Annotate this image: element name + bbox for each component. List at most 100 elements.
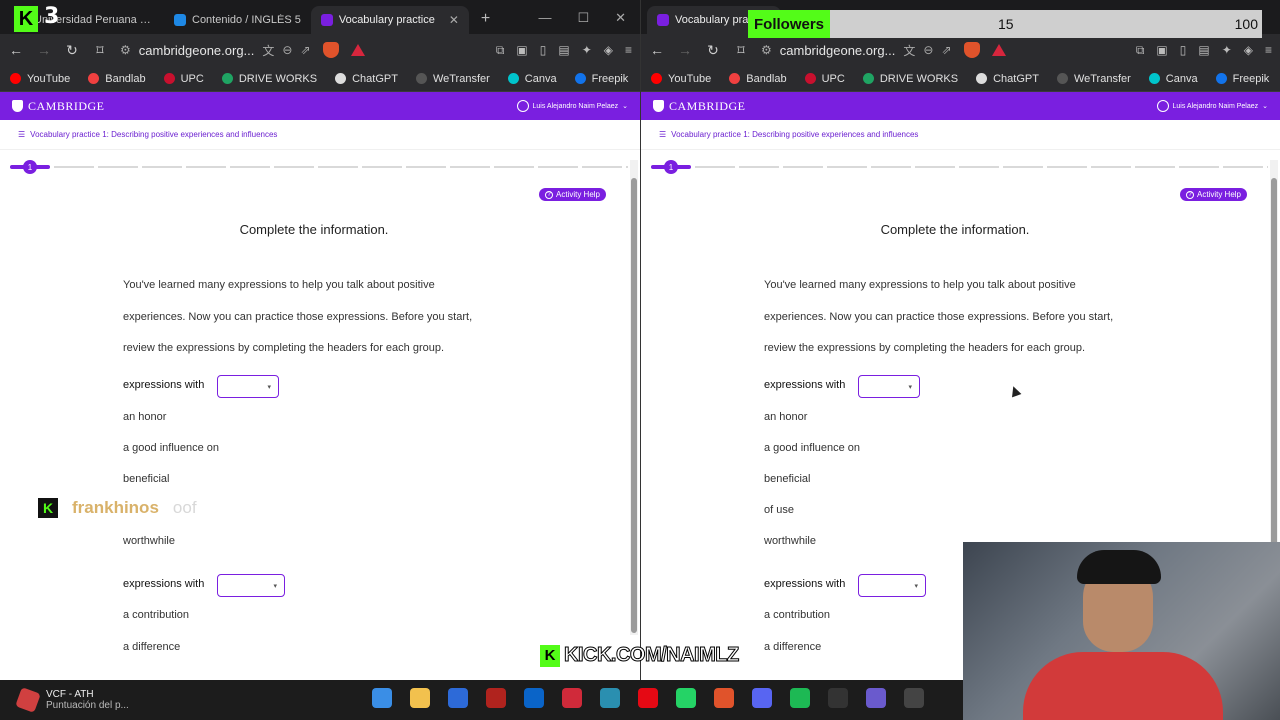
forward-icon[interactable]: → (677, 42, 693, 58)
bookmark-upc[interactable]: UPC (804, 73, 845, 85)
calculator-icon[interactable] (448, 688, 468, 708)
extensions-icon[interactable]: ⧉ (496, 43, 505, 58)
bookmark-bandlab[interactable]: Bandlab (88, 73, 146, 85)
back-icon[interactable]: ← (649, 42, 665, 58)
user-menu[interactable]: Luis Alejandro Naim Pelaez ⌄ (1156, 100, 1268, 112)
file-explorer-icon[interactable] (410, 688, 430, 708)
forward-icon[interactable]: → (36, 42, 52, 58)
group1-dropdown[interactable]: ▾ (858, 375, 920, 398)
brave-rewards-icon[interactable] (991, 44, 1006, 56)
new-tab-button[interactable]: + (469, 10, 502, 34)
activity-title: Complete the information. (239, 222, 389, 237)
menu-icon[interactable]: ≡ (625, 43, 632, 58)
vpn-icon[interactable]: ◈ (1244, 43, 1253, 58)
bookmark-youtube[interactable]: YouTube (651, 73, 711, 85)
windows-start-icon[interactable] (372, 688, 392, 708)
bookmark-wetransfer[interactable]: WeTransfer (1056, 73, 1131, 85)
brave-shield-icon[interactable] (322, 42, 339, 58)
extensions-icon[interactable]: ⧉ (1136, 43, 1145, 58)
url-field[interactable]: ⚙ cambridgeone.org... 文 ⊖ ⇗ (761, 42, 952, 59)
discord-icon[interactable] (752, 688, 772, 708)
group2-dropdown[interactable]: ▾ (217, 574, 285, 597)
bookmark-freepik[interactable]: Freepik (1215, 73, 1269, 85)
brave-shield-icon[interactable] (963, 42, 980, 58)
bookmark-icon[interactable]: ⌑ (92, 42, 108, 59)
sidebar-icon[interactable]: ▯ (1180, 43, 1187, 58)
translate-icon[interactable]: 文 (262, 42, 274, 59)
bookmark-chatgpt[interactable]: ChatGPT (976, 73, 1039, 85)
brave-icon[interactable] (714, 688, 734, 708)
leo-icon[interactable]: ✦ (1222, 43, 1232, 58)
url-field[interactable]: ⚙ cambridgeone.org... 文 ⊖ ⇗ (120, 42, 311, 59)
site-info-icon[interactable]: ⚙ (120, 43, 131, 57)
site-info-icon[interactable]: ⚙ (761, 43, 772, 57)
screenshot-icon[interactable]: ▣ (516, 43, 527, 58)
cambridge-logo[interactable]: CAMBRIDGE (12, 99, 105, 114)
bookmark-icon[interactable]: ⌑ (733, 42, 749, 59)
cambridge-logo[interactable]: CAMBRIDGE (653, 99, 746, 114)
zoom-icon[interactable]: ⊖ (923, 43, 933, 57)
step-indicator[interactable]: 1 (23, 160, 37, 174)
instruction-line: You've learned many expressions to help … (764, 279, 1076, 291)
reload-icon[interactable]: ↻ (64, 42, 80, 59)
list-icon[interactable]: ☰ (18, 130, 25, 139)
menu-icon[interactable]: ≡ (1265, 43, 1272, 58)
audio-icon[interactable] (828, 688, 848, 708)
scrollbar[interactable] (630, 160, 638, 635)
chevron-down-icon: ▾ (908, 384, 912, 391)
wallet-icon[interactable]: ▤ (558, 43, 569, 58)
app-icon[interactable] (600, 688, 620, 708)
breadcrumb-text[interactable]: Vocabulary practice 1: Describing positi… (671, 130, 918, 139)
group1-dropdown[interactable]: ▾ (217, 375, 279, 398)
bookmark-drive[interactable]: DRIVE WORKS (862, 73, 958, 85)
wallet-icon[interactable]: ▤ (1198, 43, 1209, 58)
bookmark-canva[interactable]: Canva (507, 73, 557, 85)
step-indicator[interactable]: 1 (664, 160, 678, 174)
list-icon[interactable]: ☰ (659, 130, 666, 139)
bookmark-bandlab[interactable]: Bandlab (729, 73, 787, 85)
close-tab-icon[interactable]: ✕ (449, 13, 459, 27)
app-icon[interactable] (562, 688, 582, 708)
bookmark-youtube[interactable]: YouTube (10, 73, 70, 85)
bookmark-freepik[interactable]: Freepik (574, 73, 628, 85)
brave-rewards-icon[interactable] (350, 44, 365, 56)
tab-contenido[interactable]: Contenido / INGLÉS 5 (164, 6, 311, 34)
leo-icon[interactable]: ✦ (582, 43, 592, 58)
whatsapp-icon[interactable] (676, 688, 696, 708)
list-item: a good influence on (764, 442, 861, 454)
activity-title: Complete the information. (880, 222, 1030, 237)
reload-icon[interactable]: ↻ (705, 42, 721, 59)
activity-help-button[interactable]: ? Activity Help (538, 188, 606, 201)
activity-help-button[interactable]: ? Activity Help (1179, 188, 1247, 201)
kick-logo: K (14, 6, 38, 32)
share-icon[interactable]: ⇗ (941, 43, 951, 57)
group2-dropdown[interactable]: ▾ (858, 574, 926, 597)
bookmark-chatgpt[interactable]: ChatGPT (335, 73, 398, 85)
back-icon[interactable]: ← (8, 42, 24, 58)
app-icon[interactable] (486, 688, 506, 708)
bookmark-canva[interactable]: Canva (1148, 73, 1198, 85)
maximize-icon[interactable]: ☐ (577, 10, 589, 26)
minimize-icon[interactable]: — (538, 10, 551, 26)
netflix-icon[interactable] (638, 688, 658, 708)
bookmark-upc[interactable]: UPC (163, 73, 204, 85)
translate-icon[interactable]: 文 (903, 42, 915, 59)
list-item: of use (764, 504, 794, 516)
obs-icon[interactable] (904, 688, 924, 708)
user-menu[interactable]: Luis Alejandro Naim Pelaez ⌄ (516, 100, 628, 112)
outlook-icon[interactable] (524, 688, 544, 708)
screenshot-icon[interactable]: ▣ (1156, 43, 1167, 58)
zoom-icon[interactable]: ⊖ (282, 43, 292, 57)
bookmark-wetransfer[interactable]: WeTransfer (415, 73, 490, 85)
app-icon[interactable] (866, 688, 886, 708)
tab-vocabulary[interactable]: Vocabulary practice ✕ (310, 6, 469, 34)
spotify-icon[interactable] (790, 688, 810, 708)
share-icon[interactable]: ⇗ (300, 43, 310, 57)
scroll-thumb[interactable] (631, 178, 637, 633)
breadcrumb-text[interactable]: Vocabulary practice 1: Describing positi… (30, 130, 277, 139)
vpn-icon[interactable]: ◈ (604, 43, 613, 58)
widget-news[interactable]: VCF - ATH Puntuación del p... (0, 687, 129, 713)
sidebar-icon[interactable]: ▯ (540, 43, 547, 58)
bookmark-drive[interactable]: DRIVE WORKS (221, 73, 317, 85)
close-window-icon[interactable]: ✕ (615, 10, 626, 26)
